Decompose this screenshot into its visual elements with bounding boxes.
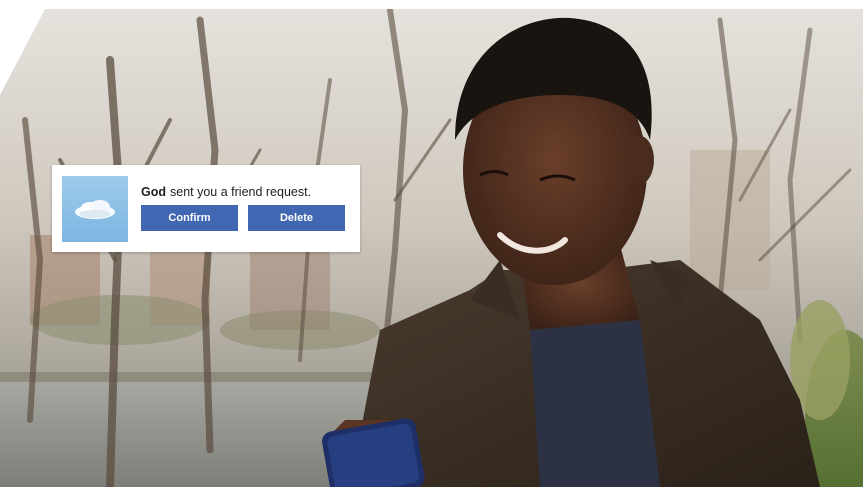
cloud-avatar <box>62 176 128 242</box>
notification-text: sent you a friend request. <box>170 185 312 199</box>
sender-name[interactable]: God <box>141 185 166 199</box>
delete-button[interactable]: Delete <box>248 205 345 231</box>
notification-message: God sent you a friend request. <box>141 185 311 200</box>
cloud-icon <box>75 200 115 219</box>
confirm-button[interactable]: Confirm <box>141 205 238 231</box>
friend-request-notification: God sent you a friend request. Confirm De… <box>52 165 360 252</box>
